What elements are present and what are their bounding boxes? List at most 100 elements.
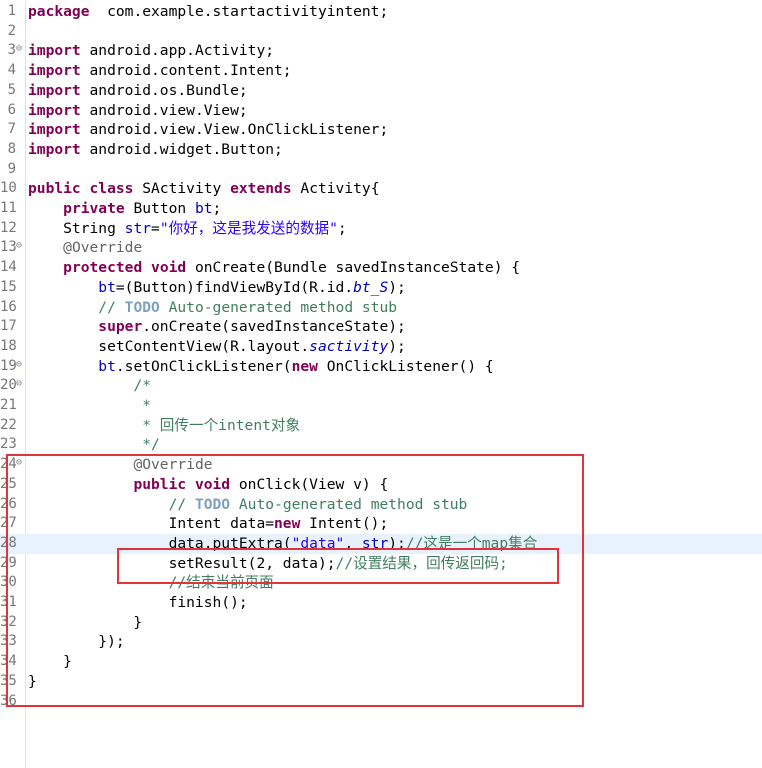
code-text: /* bbox=[28, 376, 151, 396]
code-text: protected void onCreate(Bundle savedInst… bbox=[28, 258, 520, 278]
code-line[interactable]: 13 ⊖ @Override bbox=[0, 238, 762, 258]
code-token: import bbox=[28, 101, 81, 119]
line-number: 17 bbox=[0, 318, 17, 335]
line-number: 8 bbox=[7, 140, 16, 157]
code-token: setContentView(R.layout. bbox=[28, 337, 310, 355]
code-line[interactable]: 22 * 回传一个intent对象 bbox=[0, 416, 762, 436]
code-token: import bbox=[28, 121, 81, 139]
code-text: import android.app.Activity; bbox=[28, 41, 274, 61]
code-text: setContentView(R.layout.sactivity); bbox=[28, 337, 406, 357]
line-number: 16 bbox=[0, 298, 17, 315]
code-line[interactable]: 16 // TODO Auto-generated method stub bbox=[0, 298, 762, 318]
code-line[interactable]: 11 private Button bt; bbox=[0, 199, 762, 219]
code-token: super bbox=[98, 318, 143, 336]
code-line[interactable]: 15 bt=(Button)findViewById(R.id.bt_S); bbox=[0, 278, 762, 298]
code-line[interactable]: 6 import android.view.View; bbox=[0, 101, 762, 121]
code-token: void bbox=[151, 259, 187, 277]
code-token: str bbox=[124, 219, 152, 237]
line-number: 22 bbox=[0, 416, 17, 433]
code-text: import android.content.Intent; bbox=[28, 61, 292, 81]
code-token: SActivity bbox=[133, 180, 231, 198]
code-text: * 回传一个intent对象 bbox=[28, 416, 300, 436]
code-token: Activity{ bbox=[291, 180, 380, 198]
line-number: 21 bbox=[0, 397, 17, 413]
code-text: package com.example.startactivityintent; bbox=[28, 2, 388, 22]
line-number: 18 bbox=[0, 337, 17, 354]
line-number: 6 bbox=[7, 101, 16, 118]
code-token: TODO bbox=[124, 298, 160, 316]
line-number: 10 bbox=[0, 180, 17, 197]
code-line[interactable]: 17 super.onCreate(savedInstanceState); bbox=[0, 317, 762, 337]
line-number: 12 bbox=[0, 219, 17, 236]
collapse-fold-icon[interactable]: ⊖ bbox=[16, 355, 25, 375]
line-number: 1 bbox=[7, 3, 16, 19]
code-token: * bbox=[142, 397, 152, 414]
code-text: * bbox=[28, 396, 151, 416]
code-token: bt_S bbox=[353, 278, 389, 296]
code-token: */ bbox=[142, 436, 160, 454]
code-text: import android.widget.Button; bbox=[28, 140, 283, 160]
line-number: 5 bbox=[7, 81, 16, 98]
code-token: /* bbox=[133, 377, 152, 395]
code-token: ); bbox=[388, 337, 406, 355]
code-line[interactable]: 10 public class SActivity extends Activit… bbox=[0, 179, 762, 199]
code-token: import bbox=[28, 140, 81, 158]
code-token: OnClickListener() { bbox=[317, 357, 494, 375]
line-number: 11 bbox=[0, 200, 17, 216]
code-token: android.view.View; bbox=[80, 101, 248, 119]
code-token: ; bbox=[212, 200, 222, 217]
code-token: android.view.View.OnClickListener; bbox=[80, 121, 389, 139]
code-line[interactable]: 9 bbox=[0, 160, 762, 180]
code-token: bt bbox=[194, 200, 213, 217]
code-token: new bbox=[291, 357, 318, 375]
code-token: .setOnClickListener( bbox=[115, 357, 292, 375]
code-line[interactable]: 7 import android.view.View.OnClickListene… bbox=[0, 120, 762, 140]
code-text: import android.view.View.OnClickListener… bbox=[28, 120, 388, 140]
code-line[interactable]: 21 * bbox=[0, 396, 762, 416]
code-token: String bbox=[28, 219, 125, 237]
code-line[interactable]: 12 String str="你好，这是我发送的数据"; bbox=[0, 219, 762, 239]
code-line[interactable]: 5 import android.os.Bundle; bbox=[0, 81, 762, 101]
code-line[interactable]: 1 package com.example.startactivityintent… bbox=[0, 2, 762, 22]
code-token: onCreate(Bundle savedInstanceState) { bbox=[186, 259, 521, 277]
code-token: ; bbox=[337, 219, 347, 237]
code-line[interactable]: 18 setContentView(R.layout.sactivity); bbox=[0, 337, 762, 357]
code-line[interactable]: 4 import android.content.Intent; bbox=[0, 61, 762, 81]
code-text: private Button bt; bbox=[28, 199, 221, 219]
code-token: class bbox=[89, 180, 134, 198]
line-number: 20 bbox=[0, 377, 17, 394]
line-number: 2 bbox=[7, 22, 16, 39]
collapse-fold-icon[interactable]: ⊖ bbox=[16, 236, 25, 256]
collapse-fold-icon[interactable]: ⊖ bbox=[16, 374, 25, 394]
code-text: // TODO Auto-generated method stub bbox=[28, 298, 397, 318]
annotation-box-setresult bbox=[117, 548, 559, 584]
code-line[interactable]: 2 bbox=[0, 22, 762, 42]
code-token: import bbox=[28, 62, 81, 80]
code-token: @Override bbox=[63, 239, 143, 257]
collapse-fold-icon[interactable]: ⊖ bbox=[16, 39, 25, 59]
code-line[interactable]: 14 protected void onCreate(Bundle savedI… bbox=[0, 258, 762, 278]
code-text: public class SActivity extends Activity{ bbox=[28, 179, 380, 199]
code-token: ); bbox=[388, 278, 406, 296]
code-token: android.widget.Button; bbox=[80, 140, 283, 158]
code-line[interactable]: 19 ⊖ bt.setOnClickListener(new OnClickLis… bbox=[0, 357, 762, 377]
code-line[interactable]: 8 import android.widget.Button; bbox=[0, 140, 762, 160]
line-number: 23 bbox=[0, 436, 17, 453]
code-token: public bbox=[28, 180, 81, 198]
code-line[interactable]: 20 ⊖ /* bbox=[0, 376, 762, 396]
code-line[interactable]: 23 */ bbox=[0, 435, 762, 455]
code-token: sactivity bbox=[309, 337, 389, 355]
code-line[interactable]: 3 ⊖ import android.app.Activity; bbox=[0, 41, 762, 61]
line-number: 7 bbox=[7, 121, 16, 138]
line-number: 4 bbox=[7, 62, 16, 79]
